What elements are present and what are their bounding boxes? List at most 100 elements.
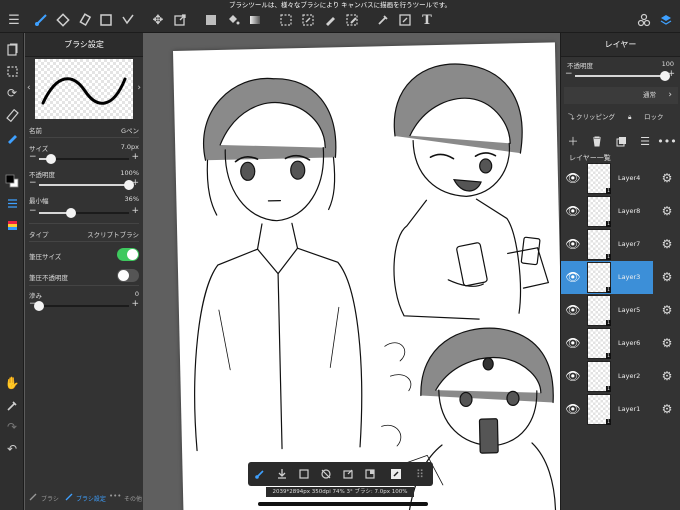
rotate-icon[interactable]: ⟳: [4, 85, 20, 101]
materials-icon[interactable]: [636, 12, 652, 28]
plus-icon[interactable]: +: [131, 206, 139, 216]
transform-icon[interactable]: [172, 12, 188, 28]
delete-layer-icon[interactable]: [589, 133, 605, 149]
layer-more-icon[interactable]: •••: [657, 133, 676, 149]
layer-row-selected[interactable]: 👁︎ 1 Layer3 ⚙︎: [561, 261, 680, 294]
gear-icon[interactable]: ⚙︎: [659, 170, 675, 186]
layer-opacity-slider[interactable]: − +: [565, 69, 675, 81]
pen-mode-icon[interactable]: [388, 466, 404, 482]
blend-mode-select[interactable]: 通常 ›: [564, 87, 678, 104]
minus-icon[interactable]: −: [29, 178, 37, 188]
eye-icon[interactable]: 👁︎: [565, 269, 581, 285]
bucket-icon[interactable]: [225, 12, 241, 28]
brush-settings-tab[interactable]: ブラシ設定: [76, 494, 106, 503]
brush-settings-tab-icon[interactable]: [65, 493, 73, 503]
plus-icon[interactable]: +: [131, 152, 139, 162]
pages-icon[interactable]: [4, 41, 20, 57]
pen-icon[interactable]: [4, 129, 20, 145]
brush-name-value[interactable]: Gペン: [121, 125, 139, 135]
minus-icon[interactable]: −: [29, 206, 37, 216]
eyedropper-rail-icon[interactable]: [4, 397, 20, 413]
layer-row[interactable]: 👁︎ 1 Layer1 ⚙︎: [561, 393, 680, 426]
layer-row[interactable]: 👁︎ 1 Layer6 ⚙︎: [561, 327, 680, 360]
wand-icon[interactable]: [120, 12, 136, 28]
brush-tool-icon[interactable]: [33, 12, 49, 28]
swap-color-icon[interactable]: [4, 195, 20, 211]
eye-icon[interactable]: 👁︎: [565, 401, 581, 417]
magic-select-icon[interactable]: [300, 12, 316, 28]
eye-icon[interactable]: 👁︎: [565, 236, 581, 252]
plus-icon[interactable]: +: [131, 299, 139, 309]
fill-icon[interactable]: [203, 12, 219, 28]
duplicate-layer-icon[interactable]: [613, 133, 629, 149]
layers-icon[interactable]: [658, 12, 674, 28]
crop-icon[interactable]: [296, 466, 312, 482]
rotate-canvas-icon[interactable]: [318, 466, 334, 482]
redo-icon[interactable]: ↷: [4, 419, 20, 435]
brush-size-slider[interactable]: − +: [29, 152, 139, 164]
eye-icon[interactable]: 👁︎: [565, 302, 581, 318]
eraser-select-icon[interactable]: [344, 12, 360, 28]
menu-icon[interactable]: ☰: [6, 12, 22, 28]
eye-icon[interactable]: 👁︎: [565, 335, 581, 351]
eye-icon[interactable]: 👁︎: [565, 170, 581, 186]
select-rect-icon[interactable]: [98, 12, 114, 28]
gear-icon[interactable]: ⚙︎: [659, 368, 675, 384]
flip-icon[interactable]: [340, 466, 356, 482]
blur-slider[interactable]: − +: [29, 299, 139, 311]
lock-button[interactable]: ロック: [644, 108, 664, 126]
layer-list-icon[interactable]: ☰: [637, 133, 653, 149]
gear-icon[interactable]: ⚙︎: [659, 236, 675, 252]
ruler-icon[interactable]: [4, 107, 20, 123]
selection-icon[interactable]: [4, 63, 20, 79]
eye-icon[interactable]: 👁︎: [565, 368, 581, 384]
brush-tab[interactable]: ブラシ: [41, 494, 59, 503]
pressure-size-toggle[interactable]: [117, 248, 139, 261]
brush-tab-icon[interactable]: [29, 493, 37, 503]
undo-icon[interactable]: ↶: [4, 441, 20, 457]
gear-icon[interactable]: ⚙︎: [659, 335, 675, 351]
move-icon[interactable]: ✥: [150, 12, 166, 28]
plus-icon[interactable]: +: [131, 178, 139, 188]
plus-icon[interactable]: +: [667, 69, 675, 79]
brush-type-value[interactable]: スクリプトブラシ: [87, 229, 139, 239]
hand-select-icon[interactable]: [397, 12, 413, 28]
layer-row[interactable]: 👁︎ 1 Layer5 ⚙︎: [561, 294, 680, 327]
snap-icon[interactable]: [362, 466, 378, 482]
color-swatch-icon[interactable]: [4, 173, 20, 189]
layer-row[interactable]: 👁︎ 1 Layer2 ⚙︎: [561, 360, 680, 393]
pressure-opacity-toggle[interactable]: [117, 269, 139, 282]
layer-row[interactable]: 👁︎ 1 Layer4 ⚙︎: [561, 162, 680, 195]
brush-opacity-slider[interactable]: − +: [29, 178, 139, 190]
gear-icon[interactable]: ⚙︎: [659, 302, 675, 318]
hand-icon[interactable]: ✋: [4, 375, 20, 391]
drawing-canvas[interactable]: [173, 42, 560, 510]
eraser-tool-icon[interactable]: [55, 12, 71, 28]
save-icon[interactable]: [274, 466, 290, 482]
next-brush-icon[interactable]: ›: [137, 83, 141, 93]
marker-icon[interactable]: [77, 12, 93, 28]
canvas-workspace[interactable]: [143, 33, 560, 510]
lasso-select-icon[interactable]: [278, 12, 294, 28]
layer-row[interactable]: 👁︎ 1 Layer7 ⚙︎: [561, 228, 680, 261]
other-tab[interactable]: その他: [124, 494, 142, 503]
gear-icon[interactable]: ⚙︎: [659, 203, 675, 219]
eye-icon[interactable]: 👁︎: [565, 203, 581, 219]
more-icon[interactable]: •••: [109, 492, 121, 500]
minus-icon[interactable]: −: [29, 152, 37, 162]
gear-icon[interactable]: ⚙︎: [659, 401, 675, 417]
clipping-button[interactable]: クリッピング: [576, 108, 615, 126]
palette-icon[interactable]: [4, 217, 20, 233]
min-width-slider[interactable]: − +: [29, 206, 139, 218]
gear-icon[interactable]: ⚙︎: [659, 269, 675, 285]
grip-icon[interactable]: ⠿: [412, 466, 428, 482]
add-layer-icon[interactable]: ＋: [565, 133, 581, 149]
minus-icon[interactable]: −: [565, 69, 573, 79]
prev-brush-icon[interactable]: ‹: [27, 83, 31, 93]
gradient-icon[interactable]: [247, 12, 263, 28]
pen-select-icon[interactable]: [322, 12, 338, 28]
eyedropper-icon[interactable]: [375, 12, 391, 28]
layer-row[interactable]: 👁︎ 1 Layer8 ⚙︎: [561, 195, 680, 228]
quick-brush-icon[interactable]: [252, 466, 268, 482]
text-icon[interactable]: T: [419, 12, 435, 28]
